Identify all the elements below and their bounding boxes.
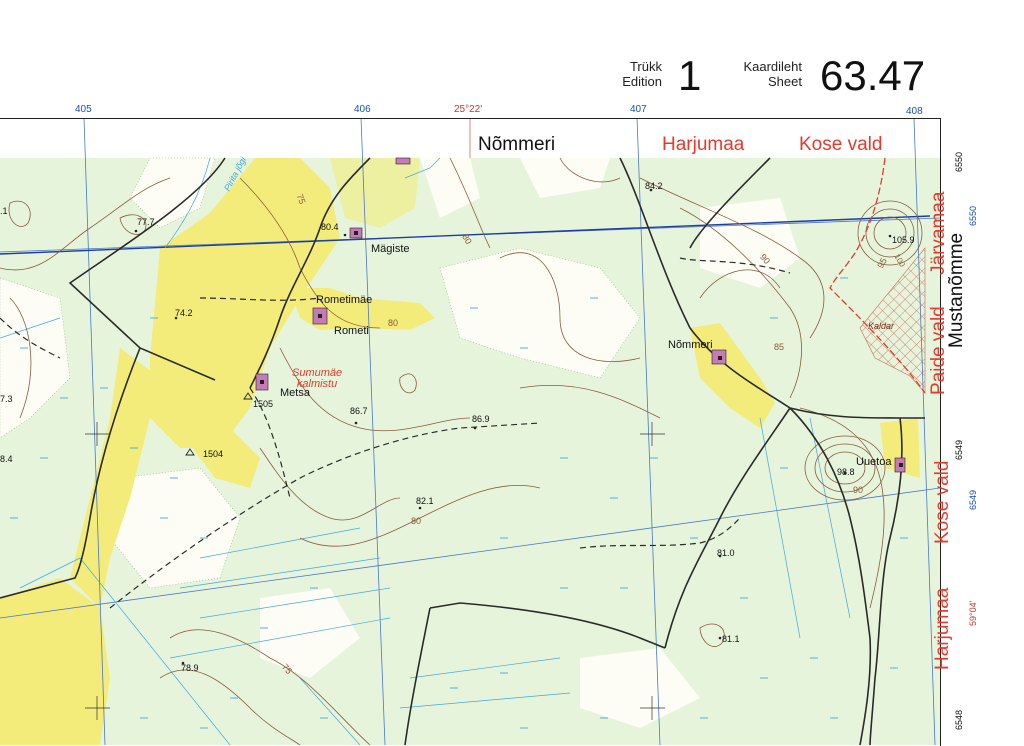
elevation-77-7: 77.7: [137, 217, 155, 227]
contour-label-80b: 80: [411, 516, 422, 526]
benchmark-1504: 1504: [203, 449, 224, 459]
place-magiste: Mägiste: [371, 243, 410, 255]
elevation-80-4: 80.4: [321, 222, 339, 232]
elevation-84-2: 84.2: [645, 181, 663, 191]
sheet-label-et: Kaardileht: [743, 59, 802, 74]
region-label-kose-vald-side: Kose vald: [932, 460, 953, 544]
benchmark-1505: 1505: [253, 399, 274, 409]
longitude-label: 25°22': [454, 104, 483, 115]
place-uuetoa: Uuetoa: [856, 456, 892, 468]
grid-right-6550a: 6550: [954, 151, 964, 172]
grid-right-6550b: 6550: [968, 205, 978, 226]
region-label-nommeri: Nõmmeri: [478, 134, 556, 155]
elevation-74-2: 74.2: [175, 308, 193, 318]
cemetery-line2: kalmistu: [296, 378, 338, 390]
region-label-harjumaa-side: Harjumaa: [932, 587, 953, 670]
contour-label-80: 80: [388, 318, 399, 328]
elevation-82-1: 82.1: [416, 496, 434, 506]
elevation-81-1: 81.1: [722, 634, 740, 644]
grid-right-6548: 6548: [954, 709, 964, 730]
region-label-harjumaa-top: Harjumaa: [662, 134, 745, 155]
grid-label-406: 406: [354, 104, 371, 115]
place-nommeri: Nõmmeri: [668, 339, 713, 351]
edition-label: Trükk Edition: [600, 59, 662, 89]
elevation-86-9: 86.9: [472, 414, 490, 424]
grid-label-405: 405: [75, 104, 92, 115]
region-label-paide-vald: Paide vald: [928, 306, 949, 395]
place-rometi: Rometi: [334, 325, 369, 337]
grid-right-6549b: 6549: [968, 489, 978, 510]
sheet-number: 63.47: [820, 52, 926, 99]
elevation-7-3: 7.3: [0, 394, 13, 404]
map-frame: [0, 118, 941, 746]
edition-label-et: Trükk: [629, 59, 662, 74]
elevation-86-7: 86.7: [350, 406, 368, 416]
place-cemetery: Sumumäe kalmistu: [292, 368, 342, 390]
grid-right-6549a: 6549: [954, 439, 964, 460]
grid-label-407: 407: [630, 104, 647, 115]
place-kaldar: Kaldar: [868, 321, 895, 331]
elevation-105-9: 105.9: [892, 235, 915, 245]
edition-label-en: Edition: [622, 74, 662, 89]
contour-label-90b: 90: [853, 485, 864, 495]
elevation-78-9: 78.9: [181, 663, 199, 673]
sheet-label-en: Sheet: [768, 74, 802, 89]
edition-number: 1: [678, 52, 702, 99]
elevation-81-0: 81.0: [717, 548, 735, 558]
contour-label-85: 85: [774, 342, 785, 352]
region-label-kose-vald-top: Kose vald: [799, 134, 883, 155]
latitude-label: 59°04': [968, 600, 978, 626]
elevation-1: .1: [0, 206, 8, 216]
grid-label-408: 408: [906, 106, 923, 117]
elevation-98-8: 98.8: [837, 467, 855, 477]
elevation-8-4: 8.4: [0, 454, 13, 464]
sheet-label: Kaardileht Sheet: [720, 59, 802, 89]
place-rometimae: Rometimäe: [316, 294, 373, 306]
